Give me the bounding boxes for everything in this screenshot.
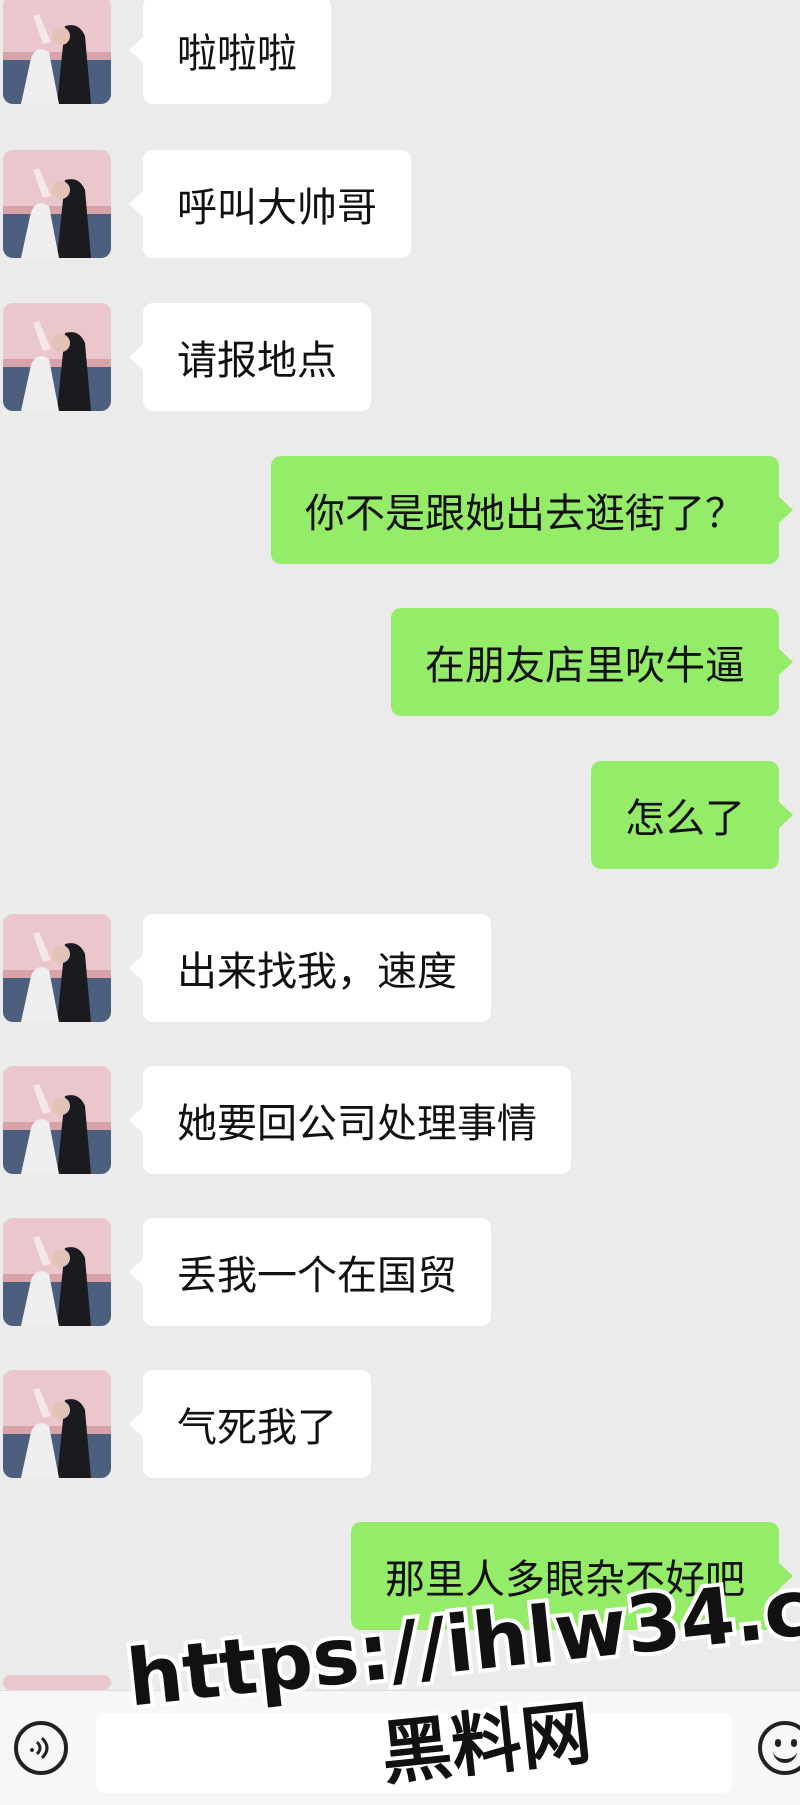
message-text: 气死我了 xyxy=(177,1405,337,1451)
message-text: 你不是跟她出去逛街了？ xyxy=(305,491,745,537)
message-bubble[interactable]: 在朋友店里吹牛逼 xyxy=(391,608,793,716)
contact-avatar[interactable] xyxy=(3,1370,111,1478)
message-bubble[interactable]: 那里人多眼杂不好吧 xyxy=(351,1522,793,1630)
voice-icon[interactable] xyxy=(14,1721,68,1775)
voice-wave-icon xyxy=(30,1736,49,1760)
message-incoming: 出来找我，速度 xyxy=(0,914,800,1022)
message-incoming: 啦啦啦 xyxy=(0,0,800,104)
message-incoming: 丢我一个在国贸 xyxy=(0,1218,800,1326)
message-bubble[interactable]: 怎么了 xyxy=(591,761,793,869)
message-text: 请报地点 xyxy=(177,338,337,384)
contact-avatar[interactable] xyxy=(3,1066,111,1174)
message-outgoing: 怎么了 xyxy=(0,761,800,869)
message-bubble[interactable]: 呼叫大帅哥 xyxy=(129,150,411,258)
chat-message-list[interactable]: 啦啦啦 呼叫大帅哥 请报地点 你不是跟她出去逛街了？ 在朋友店里吹牛逼 怎么了 … xyxy=(0,0,800,1690)
message-input[interactable] xyxy=(96,1713,732,1793)
message-bubble[interactable]: 请报地点 xyxy=(129,303,371,411)
message-text: 怎么了 xyxy=(625,796,745,842)
contact-avatar[interactable] xyxy=(3,914,111,1022)
emoji-mouth xyxy=(773,1745,797,1763)
message-incoming: 她要回公司处理事情 xyxy=(0,1066,800,1174)
message-outgoing: 你不是跟她出去逛街了？ xyxy=(0,456,800,564)
message-bubble[interactable]: 气死我了 xyxy=(129,1370,371,1478)
message-text: 在朋友店里吹牛逼 xyxy=(425,643,745,689)
message-bubble[interactable]: 你不是跟她出去逛街了？ xyxy=(271,456,793,564)
message-text: 她要回公司处理事情 xyxy=(177,1101,537,1147)
message-text: 那里人多眼杂不好吧 xyxy=(385,1557,745,1603)
emoji-icon[interactable] xyxy=(758,1721,800,1775)
message-bubble[interactable]: 丢我一个在国贸 xyxy=(129,1218,491,1326)
message-text: 呼叫大帅哥 xyxy=(177,185,377,231)
message-text: 出来找我，速度 xyxy=(177,949,457,995)
message-bubble[interactable]: 她要回公司处理事情 xyxy=(129,1066,571,1174)
message-bubble[interactable]: 啦啦啦 xyxy=(129,0,331,104)
contact-avatar[interactable] xyxy=(3,1675,111,1690)
message-text: 丢我一个在国贸 xyxy=(177,1253,457,1299)
contact-avatar[interactable] xyxy=(3,1218,111,1326)
message-text: 啦啦啦 xyxy=(177,31,297,77)
message-outgoing: 那里人多眼杂不好吧 xyxy=(0,1522,800,1630)
contact-avatar[interactable] xyxy=(3,0,111,104)
message-bubble[interactable]: 出来找我，速度 xyxy=(129,914,491,1022)
chat-input-bar xyxy=(0,1690,800,1805)
message-incoming: 气死我了 xyxy=(0,1370,800,1478)
message-incoming: 请报地点 xyxy=(0,303,800,411)
contact-avatar[interactable] xyxy=(3,303,111,411)
message-outgoing: 在朋友店里吹牛逼 xyxy=(0,608,800,716)
message-incoming-partial xyxy=(0,1675,800,1690)
message-incoming: 呼叫大帅哥 xyxy=(0,150,800,258)
contact-avatar[interactable] xyxy=(3,150,111,258)
